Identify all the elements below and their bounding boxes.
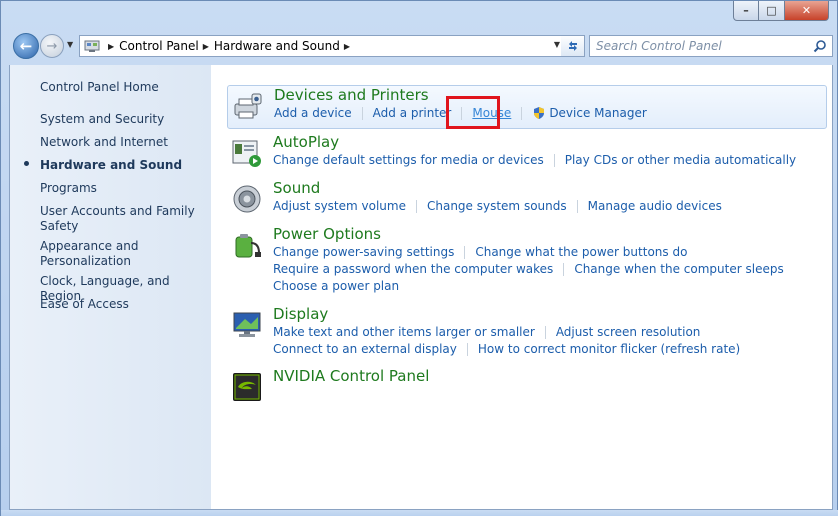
main-content: Devices and Printers Add a device Add a …	[211, 65, 833, 510]
forward-button[interactable]: →	[40, 34, 64, 58]
breadcrumb-hardware-and-sound[interactable]: Hardware and Sound	[214, 39, 340, 53]
explorer-window: – □ ✕ ← → ▼ ▶ Control Panel ▶ Hardware a…	[0, 0, 838, 516]
links-row: Change default settings for media or dev…	[273, 153, 796, 167]
sidebar-item-user-accounts[interactable]: User Accounts and Family Safety	[40, 204, 205, 234]
category-devices-and-printers: Devices and Printers Add a device Add a …	[227, 85, 827, 129]
active-item-bullet	[24, 161, 29, 166]
add-a-device-link[interactable]: Add a device	[274, 106, 352, 120]
manage-audio-devices-link[interactable]: Manage audio devices	[588, 199, 722, 213]
change-power-saving-link[interactable]: Change power-saving settings	[273, 245, 454, 259]
breadcrumb-control-panel[interactable]: Control Panel	[119, 39, 199, 53]
maximize-button[interactable]: □	[759, 1, 785, 21]
adjust-resolution-link[interactable]: Adjust screen resolution	[556, 325, 701, 339]
sidebar-item-control-panel-home[interactable]: Control Panel Home	[40, 80, 205, 95]
category-sound: Sound Adjust system volume Change system…	[227, 179, 827, 219]
category-title[interactable]: NVIDIA Control Panel	[273, 367, 429, 385]
sidebar-item-programs[interactable]: Programs	[40, 181, 205, 196]
play-cds-link[interactable]: Play CDs or other media automatically	[565, 153, 796, 167]
change-sleep-link[interactable]: Change when the computer sleeps	[574, 262, 783, 276]
change-system-sounds-link[interactable]: Change system sounds	[427, 199, 567, 213]
device-manager-link[interactable]: Device Manager	[549, 106, 646, 120]
monitor-flicker-link[interactable]: How to correct monitor flicker (refresh …	[478, 342, 740, 356]
links-row: Change power-saving settings Change what…	[273, 245, 687, 259]
category-title[interactable]: Sound	[273, 179, 320, 197]
window-bottom-border	[1, 510, 838, 516]
category-autoplay: AutoPlay Change default settings for med…	[227, 133, 827, 173]
links-row: Adjust system volume Change system sound…	[273, 199, 722, 213]
navigation-toolbar: ← → ▼ ▶ Control Panel ▶ Hardware and Sou…	[9, 29, 833, 63]
require-password-link[interactable]: Require a password when the computer wak…	[273, 262, 553, 276]
links-row: Choose a power plan	[273, 279, 399, 293]
sidebar: Control Panel Home System and Security N…	[9, 65, 211, 510]
nvidia-icon	[233, 373, 261, 401]
sidebar-item-system-and-security[interactable]: System and Security	[40, 112, 205, 127]
sidebar-item-hardware-and-sound[interactable]: Hardware and Sound	[40, 158, 205, 173]
refresh-icon	[568, 41, 577, 51]
address-dropdown-icon[interactable]: ▼	[554, 40, 560, 49]
close-button[interactable]: ✕	[785, 1, 829, 21]
search-icon[interactable]	[813, 39, 827, 53]
search-box[interactable]	[589, 35, 833, 57]
category-display: Display Make text and other items larger…	[227, 305, 827, 361]
link-separator	[415, 199, 417, 213]
back-button[interactable]: ←	[13, 33, 39, 59]
minimize-button[interactable]: –	[733, 1, 759, 21]
make-text-larger-link[interactable]: Make text and other items larger or smal…	[273, 325, 535, 339]
refresh-button[interactable]	[561, 35, 585, 57]
change-default-settings-link[interactable]: Change default settings for media or dev…	[273, 153, 544, 167]
breadcrumb-separator-icon[interactable]: ▶	[344, 42, 350, 51]
caption-buttons: – □ ✕	[733, 1, 829, 21]
category-title[interactable]: Power Options	[273, 225, 381, 243]
category-nvidia-control-panel: NVIDIA Control Panel	[227, 367, 827, 407]
recent-pages-dropdown-icon[interactable]: ▼	[67, 40, 73, 49]
link-separator	[544, 325, 546, 339]
links-row: Make text and other items larger or smal…	[273, 325, 700, 339]
category-power-options: Power Options Change power-saving settin…	[227, 225, 827, 299]
breadcrumb-separator-icon: ▶	[108, 41, 115, 51]
link-separator	[563, 262, 565, 276]
breadcrumb-separator-icon[interactable]: ▶	[203, 42, 209, 51]
link-separator	[361, 106, 363, 120]
control-panel-icon	[84, 40, 100, 52]
address-bar[interactable]: ▶ Control Panel ▶ Hardware and Sound ▶ ▼	[79, 35, 565, 57]
links-row: Require a password when the computer wak…	[273, 262, 784, 276]
category-title[interactable]: Display	[273, 305, 328, 323]
mouse-highlight-box	[446, 96, 500, 129]
connect-external-display-link[interactable]: Connect to an external display	[273, 342, 457, 356]
uac-shield-icon	[534, 107, 545, 119]
link-separator	[521, 106, 523, 120]
category-title[interactable]: AutoPlay	[273, 133, 339, 151]
sidebar-item-network-and-internet[interactable]: Network and Internet	[40, 135, 205, 150]
printer-icon	[234, 93, 262, 119]
links-row: Connect to an external display How to co…	[273, 342, 740, 356]
link-separator	[576, 199, 578, 213]
monitor-icon	[233, 312, 261, 337]
sidebar-item-appearance[interactable]: Appearance and Personalization	[40, 239, 205, 269]
change-power-buttons-link[interactable]: Change what the power buttons do	[475, 245, 687, 259]
sidebar-item-ease-of-access[interactable]: Ease of Access	[40, 297, 205, 312]
link-separator	[466, 342, 468, 356]
search-input[interactable]	[596, 39, 806, 53]
adjust-system-volume-link[interactable]: Adjust system volume	[273, 199, 406, 213]
battery-icon	[235, 234, 261, 258]
category-title[interactable]: Devices and Printers	[274, 86, 429, 104]
link-separator	[464, 245, 466, 259]
speaker-icon	[233, 185, 261, 213]
link-separator	[553, 153, 555, 167]
autoplay-icon	[232, 140, 261, 167]
choose-power-plan-link[interactable]: Choose a power plan	[273, 279, 399, 293]
add-a-printer-link[interactable]: Add a printer	[373, 106, 452, 120]
